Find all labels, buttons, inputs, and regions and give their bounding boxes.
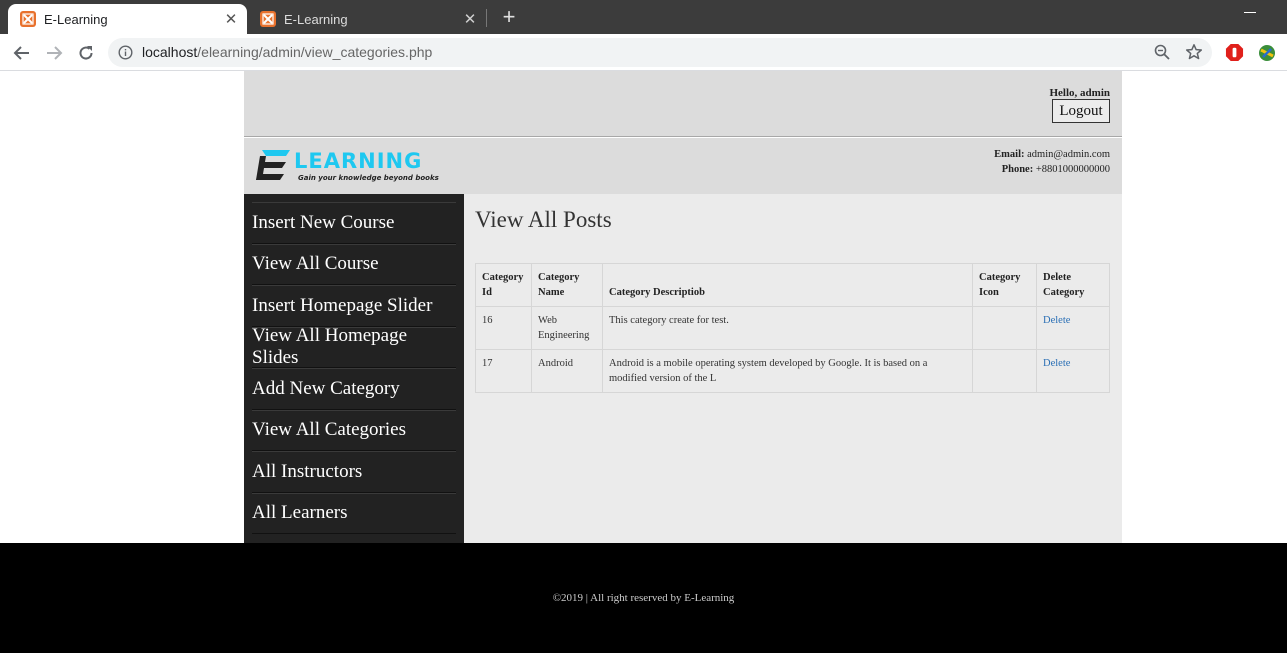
email-value: admin@admin.com: [1027, 149, 1110, 160]
category-id: 17: [475, 349, 532, 393]
table-header-row: Category Id Category Name Category Descr…: [475, 263, 1110, 307]
sidebar-item-label[interactable]: All Learners: [252, 502, 347, 524]
category-name: Web Engineering: [531, 306, 603, 350]
sidebar-item-label[interactable]: Add New Category: [252, 378, 400, 400]
back-arrow-icon[interactable]: [10, 41, 34, 65]
table-row: 16 Web Engineering This category create …: [475, 306, 1110, 350]
sidebar-item-label[interactable]: View All Course: [252, 253, 379, 275]
tab-divider: [486, 9, 487, 27]
browser-tab-bar: E-Learning ✕ E-Learning ✕ +: [0, 0, 1287, 34]
new-tab-icon[interactable]: +: [498, 6, 520, 28]
delete-cell: Delete: [1036, 306, 1110, 350]
category-description: Android is a mobile operating system dev…: [602, 349, 973, 393]
sidebar-item-view-categories[interactable]: View All Categories: [252, 409, 456, 451]
sidebar-item-add-category[interactable]: Add New Category: [252, 368, 456, 410]
url-host: localhost: [142, 44, 198, 60]
tab-title: E-Learning: [44, 11, 108, 27]
download-manager-extension-icon[interactable]: [1257, 43, 1277, 63]
category-id: 16: [475, 306, 532, 350]
column-header: Category Name: [531, 263, 603, 307]
admin-topbar: Hello, admin Logout: [244, 71, 1122, 137]
admin-sidebar: Insert New Course View All Course Insert…: [244, 194, 464, 543]
table-row: 17 Android Android is a mobile operating…: [475, 349, 1110, 393]
column-header: Delete Category: [1036, 263, 1110, 307]
sidebar-item-label[interactable]: Insert New Course: [252, 212, 394, 234]
logo-tagline: Gain your knowledge beyond books: [298, 174, 439, 182]
category-icon: [972, 306, 1037, 350]
main-content: View All Posts Category Id Category Name…: [464, 194, 1122, 543]
contact-phone-row: Phone: +8801000000000: [994, 162, 1110, 177]
url-path: /elearning/admin/view_categories.php: [197, 44, 433, 60]
sidebar-item-label[interactable]: View All Categories: [252, 419, 406, 441]
sidebar-item-label[interactable]: All Instructors: [252, 461, 362, 483]
logout-button[interactable]: Logout: [1052, 99, 1110, 123]
copyright-text: ©2019 | All right reserved by E-Learning: [552, 592, 735, 604]
email-label: Email:: [994, 149, 1025, 160]
sidebar-item-insert-course[interactable]: Insert New Course: [252, 202, 456, 244]
categories-table: Category Id Category Name Category Descr…: [475, 263, 1110, 393]
info-icon[interactable]: [118, 45, 133, 60]
adblock-extension-icon[interactable]: [1225, 43, 1244, 62]
page: Hello, admin Logout LEARNING Gain your k…: [0, 71, 1287, 653]
elearning-logo[interactable]: LEARNING Gain your knowledge beyond book…: [256, 146, 446, 188]
column-header: Category Id: [475, 263, 532, 307]
sidebar-item-label[interactable]: View All Homepage Slides: [252, 325, 456, 369]
close-tab-icon[interactable]: ✕: [460, 9, 480, 29]
sidebar-item-view-slides[interactable]: View All Homepage Slides: [252, 325, 456, 369]
column-header: Category Descriptiob: [602, 263, 973, 307]
close-tab-icon[interactable]: ✕: [221, 9, 241, 29]
url-text: localhost/elearning/admin/view_categorie…: [142, 44, 432, 60]
address-bar[interactable]: localhost/elearning/admin/view_categorie…: [108, 38, 1212, 67]
zoom-icon[interactable]: [1154, 44, 1170, 60]
site-footer: ©2019 | All right reserved by E-Learning: [0, 543, 1287, 653]
phone-value: +8801000000000: [1035, 164, 1110, 175]
sidebar-item-instructors[interactable]: All Instructors: [252, 451, 456, 493]
xampp-favicon-icon: [260, 11, 276, 27]
bookmark-star-icon[interactable]: [1185, 43, 1203, 61]
contact-info: Email: admin@admin.com Phone: +880100000…: [994, 147, 1110, 177]
site-header: LEARNING Gain your knowledge beyond book…: [244, 138, 1122, 194]
delete-cell: Delete: [1036, 349, 1110, 393]
delete-link[interactable]: Delete: [1043, 358, 1070, 369]
sidebar-item-insert-slider[interactable]: Insert Homepage Slider: [252, 285, 456, 327]
admin-container: Hello, admin Logout LEARNING Gain your k…: [244, 71, 1122, 543]
minimize-window-icon[interactable]: [1244, 12, 1256, 13]
category-icon: [972, 349, 1037, 393]
sidebar-item-label[interactable]: Insert Homepage Slider: [252, 295, 432, 317]
contact-email-row: Email: admin@admin.com: [994, 147, 1110, 162]
reload-icon[interactable]: [74, 41, 98, 65]
column-header: Category Icon: [972, 263, 1037, 307]
browser-toolbar: localhost/elearning/admin/view_categorie…: [0, 34, 1287, 71]
user-greeting: Hello, admin: [1049, 87, 1110, 99]
tab-title: E-Learning: [284, 11, 348, 27]
xampp-favicon-icon: [20, 11, 36, 27]
delete-link[interactable]: Delete: [1043, 315, 1070, 326]
phone-label: Phone:: [1001, 164, 1034, 175]
browser-tab-inactive[interactable]: E-Learning ✕: [248, 4, 486, 34]
forward-arrow-icon[interactable]: [42, 41, 66, 65]
page-title: View All Posts: [475, 207, 612, 232]
category-name: Android: [531, 349, 603, 393]
sidebar-item-learners[interactable]: All Learners: [252, 492, 456, 534]
logo-wordmark: LEARNING: [294, 149, 422, 173]
category-description: This category create for test.: [602, 306, 973, 350]
browser-tab-active[interactable]: E-Learning ✕: [8, 4, 247, 34]
sidebar-item-view-courses[interactable]: View All Course: [252, 243, 456, 285]
